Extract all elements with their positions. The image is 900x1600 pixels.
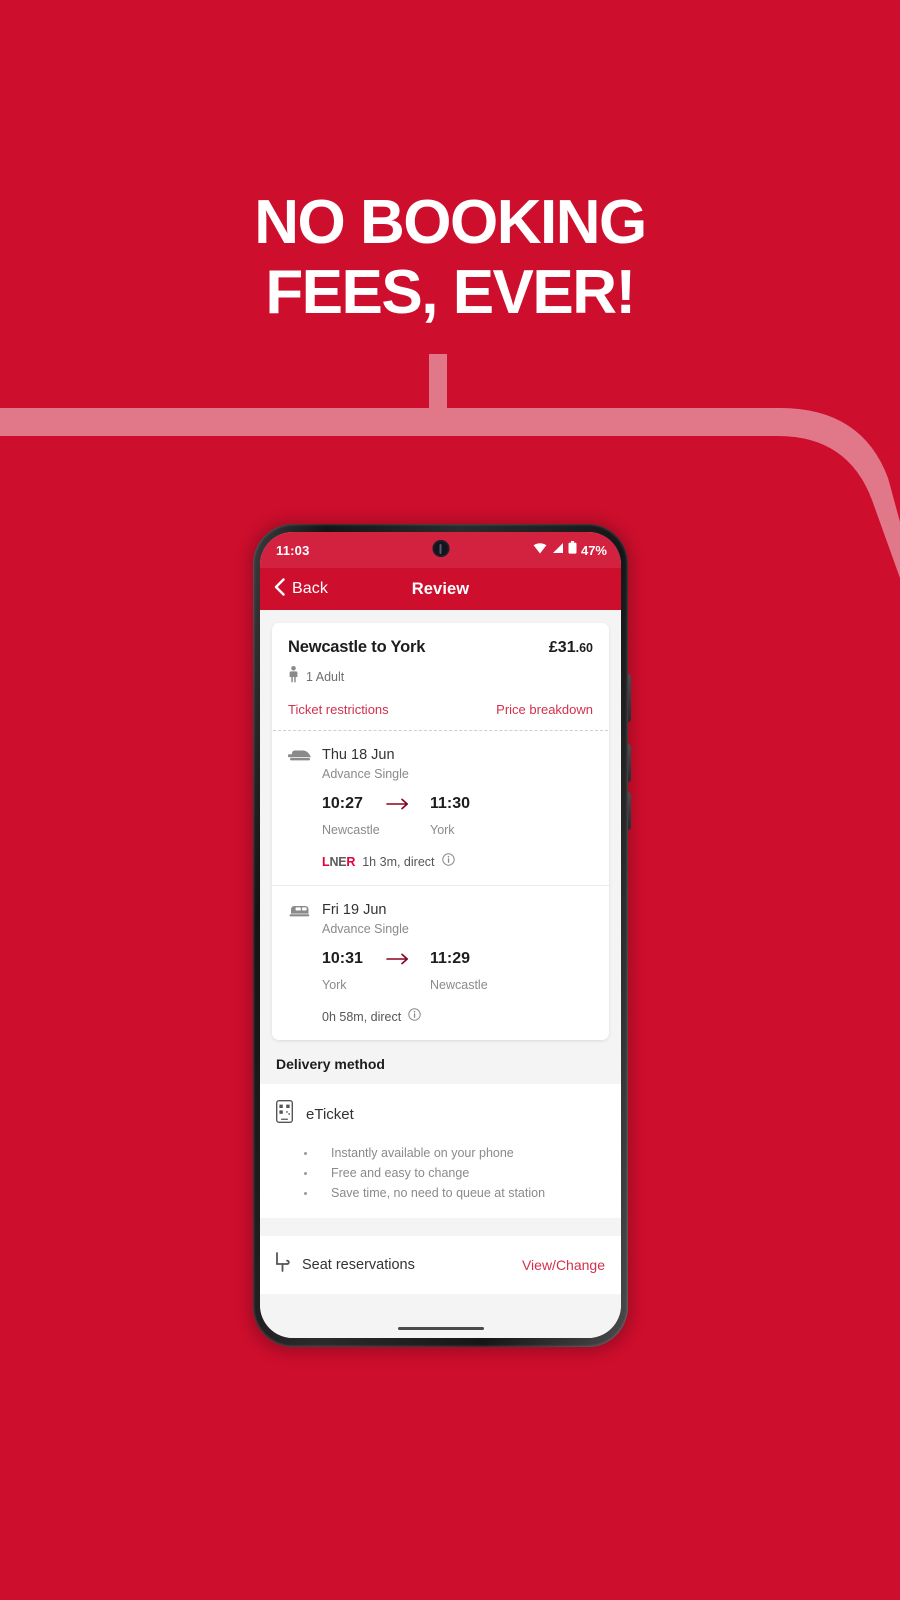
- leg-date: Fri 19 Jun: [322, 902, 387, 918]
- journey-leg-outbound[interactable]: Thu 18 Jun Advance Single 10:27 11:30 Ne…: [272, 731, 609, 885]
- delivery-method-card[interactable]: eTicket Instantly available on your phon…: [260, 1084, 621, 1218]
- info-circle-icon[interactable]: [408, 1008, 421, 1026]
- status-bar-indicators: 47%: [533, 541, 607, 559]
- leg-depart-station: Newcastle: [322, 823, 380, 837]
- delivery-method-label: eTicket: [306, 1105, 354, 1123]
- ticket-price: £31.60: [549, 639, 593, 657]
- wifi-icon: [533, 541, 547, 559]
- phone-frame: 11:03 47% Back Review Newcastle to York …: [253, 524, 628, 1347]
- delivery-benefit-item: Instantly available on your phone: [304, 1143, 605, 1163]
- delivery-benefit-item: Free and easy to change: [304, 1163, 605, 1183]
- phone-mockup: 11:03 47% Back Review Newcastle to York …: [249, 521, 632, 1353]
- journey-leg-return[interactable]: Fri 19 Jun Advance Single 10:31 11:29 Yo…: [272, 885, 609, 1040]
- app-content-scroll[interactable]: Newcastle to York £31.60 1 Adult Ticket …: [260, 610, 621, 1338]
- leg-duration: 0h 58m, direct: [322, 1010, 402, 1024]
- arrow-right-icon: [378, 953, 430, 965]
- leg-date: Thu 18 Jun: [322, 747, 395, 763]
- leg-arrive-time: 11:29: [430, 950, 471, 967]
- train-side-icon: [288, 903, 311, 924]
- phone-screen: 11:03 47% Back Review Newcastle to York …: [260, 532, 621, 1338]
- leg-stations-row: York Newcastle: [288, 978, 593, 992]
- app-header: Back Review: [260, 568, 621, 610]
- home-indicator[interactable]: [397, 1327, 484, 1330]
- seat-reservations-label: Seat reservations: [302, 1257, 415, 1273]
- seat-icon: [274, 1252, 291, 1278]
- leg-header: Fri 19 Jun Advance Single: [288, 901, 593, 936]
- back-button-label: Back: [292, 580, 328, 597]
- leg-times-row: 10:27 11:30: [288, 795, 593, 813]
- back-button[interactable]: Back: [274, 577, 328, 601]
- front-camera-icon: [432, 540, 449, 557]
- route-title: Newcastle to York: [288, 638, 426, 656]
- leg-header-text: Fri 19 Jun Advance Single: [322, 901, 409, 936]
- seat-reservations-row[interactable]: Seat reservations View/Change: [260, 1236, 621, 1294]
- passenger-row: 1 Adult: [288, 666, 593, 688]
- leg-depart-time: 10:27: [322, 795, 363, 812]
- delivery-method-row: eTicket: [275, 1099, 605, 1128]
- delivery-benefits-list: Instantly available on your phone Free a…: [276, 1143, 605, 1203]
- delivery-benefit-item: Save time, no need to queue at station: [304, 1183, 605, 1203]
- leg-arrive-time: 11:30: [430, 795, 471, 812]
- section-gap: [260, 1218, 621, 1236]
- leg-meta-row: 0h 58m, direct: [288, 1008, 593, 1026]
- signal-icon: [551, 541, 564, 559]
- ticket-summary-card: Newcastle to York £31.60 1 Adult Ticket …: [272, 623, 609, 1040]
- battery-icon: [568, 541, 577, 559]
- leg-times-row: 10:31 11:29: [288, 950, 593, 968]
- status-bar-time: 11:03: [276, 542, 310, 558]
- battery-percent-label: 47%: [580, 542, 607, 558]
- leg-fare-type: Advance Single: [322, 922, 409, 936]
- ticket-card-header: Newcastle to York £31.60 1 Adult Ticket …: [272, 623, 609, 730]
- promo-headline-line-2: FEES, EVER!: [265, 258, 636, 327]
- leg-depart-station: York: [322, 978, 347, 992]
- price-breakdown-link[interactable]: Price breakdown: [496, 702, 593, 717]
- route-row: Newcastle to York £31.60: [288, 638, 593, 657]
- info-circle-icon[interactable]: [441, 853, 455, 871]
- leg-fare-type: Advance Single: [322, 767, 409, 781]
- leg-header: Thu 18 Jun Advance Single: [288, 746, 593, 781]
- leg-duration: 1h 3m, direct: [362, 855, 435, 869]
- lner-operator-logo: LNER: [322, 855, 355, 869]
- leg-header-text: Thu 18 Jun Advance Single: [322, 746, 409, 781]
- ticket-restrictions-link[interactable]: Ticket restrictions: [288, 702, 389, 717]
- ticket-links-row: Ticket restrictions Price breakdown: [288, 702, 593, 717]
- leg-arrive-station: Newcastle: [430, 978, 488, 992]
- promo-headline-line-1: NO BOOKING: [254, 188, 647, 257]
- eticket-phone-icon: [275, 1099, 294, 1128]
- lner-logo-suffix: R: [346, 855, 356, 869]
- passenger-count-label: 1 Adult: [306, 670, 345, 684]
- seat-reservations-view-change-link[interactable]: View/Change: [522, 1257, 605, 1273]
- leg-meta-row: LNER 1h 3m, direct: [288, 853, 593, 871]
- arrow-right-icon: [378, 798, 430, 810]
- chevron-left-icon: [274, 577, 285, 601]
- person-icon: [288, 666, 299, 688]
- lner-logo-mid: NE: [329, 855, 347, 869]
- leg-stations-row: Newcastle York: [288, 823, 593, 837]
- leg-depart-time: 10:31: [322, 950, 363, 967]
- delivery-method-title: Delivery method: [276, 1056, 385, 1072]
- train-front-icon: [288, 748, 311, 769]
- leg-arrive-station: York: [430, 823, 455, 837]
- ticket-price-major: £31: [548, 639, 576, 656]
- promo-headline: NO BOOKING FEES, EVER!: [0, 188, 900, 328]
- ticket-price-minor: .60: [575, 641, 593, 655]
